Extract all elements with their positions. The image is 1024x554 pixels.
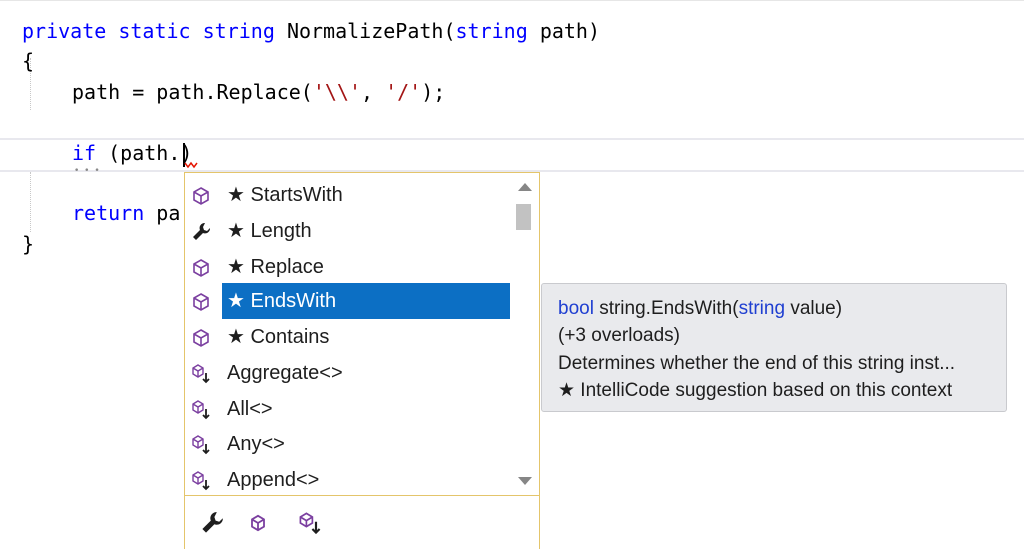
quick-info-tooltip: bool string.EndsWith(string value) (+3 o… [541,283,1007,412]
param-name: path) [539,19,601,43]
method-icon [193,187,209,205]
method-icon [193,329,209,347]
code-line-replace[interactable]: path = path.Replace('\\', '/'); [72,79,445,105]
method-icon [193,259,209,277]
extension-method-filter-icon[interactable] [297,511,323,535]
error-squiggle [184,161,198,169]
completion-item-label: Any<> [227,433,285,455]
completion-scrollbar[interactable] [510,173,539,495]
completion-item-append[interactable]: Append<> [185,462,510,498]
extension-method-icon [192,471,210,491]
code-line-signature[interactable]: private static string NormalizePath(stri… [22,18,600,44]
completion-item-label: All<> [227,398,273,420]
completion-item-label: ★ EndsWith [227,290,337,312]
method-name: NormalizePath( [286,19,456,43]
tooltip-description: Determines whether the end of this strin… [558,353,956,374]
completion-item-endswith[interactable]: ★ EndsWith [185,283,510,319]
method-icon [193,293,209,311]
tooltip-signature: bool string.EndsWith(string value) [558,295,842,323]
comma: , [361,80,386,104]
code-line-close-brace[interactable]: } [22,231,34,257]
param-type: string [455,19,528,43]
completion-item-replace[interactable]: ★ Replace [185,249,510,285]
scroll-down-arrow-icon[interactable] [518,477,532,485]
code-line-return[interactable]: return pa [72,200,180,226]
extension-method-icon [192,364,210,384]
completion-item-label: ★ Length [227,220,312,242]
completion-item-label: ★ StartsWith [227,184,343,206]
extension-method-icon [192,400,210,420]
completion-item-startswith[interactable]: ★ StartsWith [185,177,510,213]
completion-item-all[interactable]: All<> [185,391,510,427]
tooltip-param-name: value) [785,298,843,319]
keyword-if: if [72,141,97,165]
keyword-private: private [22,19,107,43]
keyword-return: return [72,201,145,225]
string-literal-slash: '/' [385,80,422,104]
completion-item-length[interactable]: ★ Length [185,213,510,249]
completion-list[interactable]: ★ StartsWith ★ Length ★ Replace ★ EndsWi… [184,172,540,549]
property-wrench-icon [193,222,211,240]
indent-guide [30,172,31,232]
if-condition: (path. [108,141,181,165]
return-expression: pa [156,201,181,225]
method-filter-icon[interactable] [245,511,271,535]
replace-call: path = path.Replace( [72,80,313,104]
tooltip-method: string.EndsWith( [593,298,739,319]
suggestion-dots: • • • [74,166,101,176]
completion-item-any[interactable]: Any<> [185,426,510,462]
keyword-static: static [118,19,191,43]
completion-item-label: ★ Replace [227,256,324,278]
completion-item-aggregate[interactable]: Aggregate<> [185,355,510,391]
extension-method-icon [192,435,210,455]
call-close: ); [421,80,446,104]
code-line-open-brace[interactable]: { [22,48,34,74]
completion-item-contains[interactable]: ★ Contains [185,319,510,355]
tooltip-param-type: string [738,298,786,319]
completion-item-label: Aggregate<> [227,362,343,384]
keyword-string: string [202,19,275,43]
completion-item-label: Append<> [227,469,320,491]
scroll-thumb[interactable] [516,204,531,230]
completion-filter-bar [185,495,539,549]
completion-item-label: ★ Contains [227,326,330,348]
property-filter-icon[interactable] [199,511,225,535]
editor-top-border [0,0,1024,1]
tooltip-overloads: (+3 overloads) [558,325,680,346]
scroll-up-arrow-icon[interactable] [518,183,532,191]
code-line-if[interactable]: if (path.) [72,140,192,166]
tooltip-intellicode: ★ IntelliCode suggestion based on this c… [558,380,953,401]
tooltip-return-type: bool [558,298,594,319]
string-literal-backslash: '\\' [312,80,361,104]
